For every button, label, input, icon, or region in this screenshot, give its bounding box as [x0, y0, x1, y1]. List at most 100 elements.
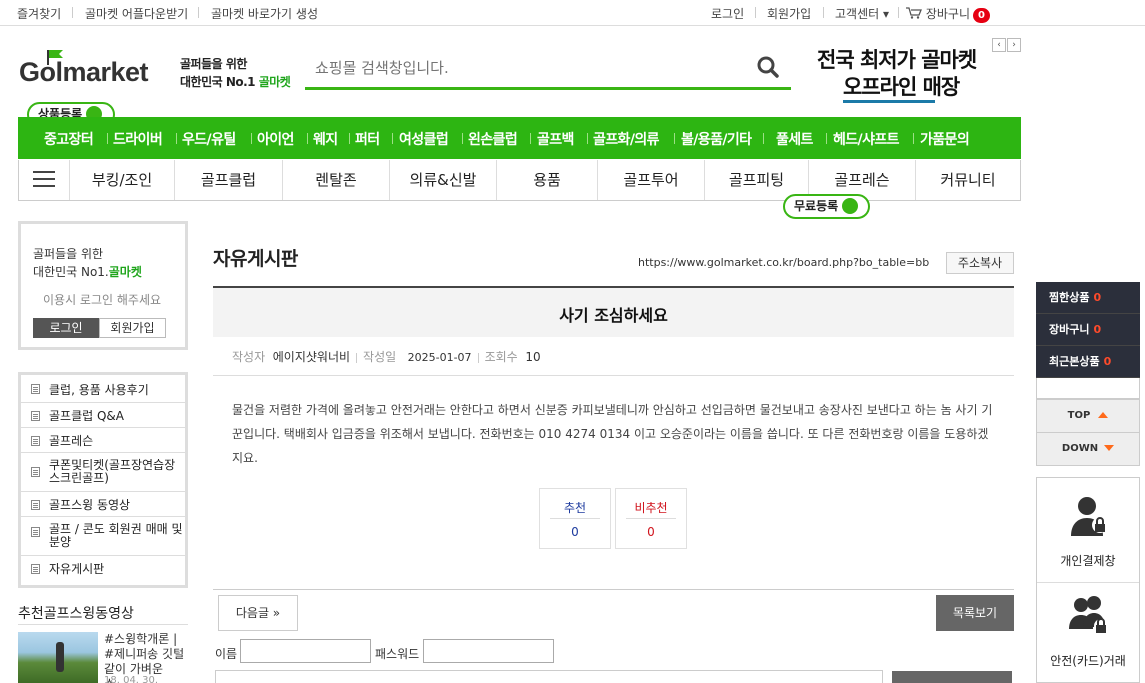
menu-wedge[interactable]: 웨지: [313, 129, 338, 149]
personal-payment-icon[interactable]: [1067, 494, 1111, 538]
menu-fake-inquiry[interactable]: 가품문의: [920, 129, 970, 149]
tagline-prefix: 대한민국 No.1: [180, 75, 259, 89]
shortcut-link[interactable]: 골마켓 바로가기 생성: [211, 5, 318, 22]
category-item-swing-video[interactable]: 골프스윙 동영상: [21, 492, 185, 517]
author-label: 작성자: [232, 350, 266, 364]
divider: [213, 375, 1014, 376]
divider: [626, 518, 676, 519]
quick-cart[interactable]: 장바구니 0: [1036, 314, 1140, 346]
nav-apparel[interactable]: 의류&신발: [389, 160, 496, 200]
quick-wishlist[interactable]: 찜한상품 0: [1036, 282, 1140, 314]
category-item-review[interactable]: 클럽, 용품 사용후기: [21, 375, 185, 403]
promo-banner[interactable]: ‹ › 전국 최저가 골마켓 오프라인 매장: [815, 38, 1021, 106]
recommend-button[interactable]: 추천 0: [539, 488, 611, 549]
video-section-title: 추천골프스윙동영상: [18, 606, 134, 622]
comment-textarea[interactable]: [215, 670, 883, 683]
menu-wood-util[interactable]: 우드/유틸: [182, 129, 236, 149]
app-download-link[interactable]: 골마켓 어플다운받기: [85, 5, 188, 22]
cursor-icon: [842, 197, 859, 214]
menu-used-market[interactable]: 중고장터: [44, 129, 94, 149]
category-item-free-board[interactable]: 자유게시판: [21, 556, 185, 584]
safe-trade-icon[interactable]: [1067, 593, 1111, 637]
separator: [530, 133, 531, 144]
nav-rental[interactable]: 렌탈존: [282, 160, 389, 200]
search-input[interactable]: [315, 56, 735, 80]
menu-shoes-apparel[interactable]: 골프화/의류: [593, 129, 660, 149]
not-recommend-button[interactable]: 비추천 0: [615, 488, 687, 549]
category-label: 골프레슨: [49, 434, 94, 448]
separator: [587, 133, 588, 144]
menu-driver[interactable]: 드라이버: [113, 129, 163, 149]
password-input[interactable]: [423, 639, 554, 663]
separator: [198, 7, 199, 18]
login-notice: 이용시 로그인 해주세요: [43, 293, 162, 307]
arrow-up-icon: [1098, 412, 1109, 418]
nav-booking[interactable]: 부킹/조인: [69, 160, 174, 200]
join-link[interactable]: 회원가입: [767, 5, 811, 22]
login-link[interactable]: 로그인: [711, 5, 744, 22]
customer-center-link[interactable]: 고객센터 ▾: [835, 5, 889, 22]
divider: [550, 518, 600, 519]
search-bar: [305, 48, 791, 90]
sidebar-join-button[interactable]: 회원가입: [99, 318, 166, 338]
comment-submit-button[interactable]: [892, 671, 1012, 683]
category-item-coupon[interactable]: 쿠폰및티켓(골프장연습장스크린골프): [21, 453, 185, 492]
safe-trade-label[interactable]: 안전(카드)거래: [1037, 652, 1139, 669]
board-url: https://www.golmarket.co.kr/board.php?bo…: [638, 256, 930, 269]
menu-left-club[interactable]: 왼손클럽: [468, 129, 518, 149]
nav-golf-club[interactable]: 골프클럽: [174, 160, 282, 200]
separator: [477, 352, 479, 363]
nav-goods[interactable]: 용품: [496, 160, 597, 200]
category-label: 클럽, 용품 사용후기: [49, 383, 149, 397]
category-label: 골프스윙 동영상: [49, 498, 131, 512]
nav-golf-tour[interactable]: 골프투어: [597, 160, 704, 200]
scroll-down-button[interactable]: DOWN: [1036, 432, 1140, 466]
menu-head-shaft[interactable]: 헤드/샤프트: [833, 129, 900, 149]
promo-prev-icon[interactable]: ‹: [992, 38, 1006, 52]
copy-url-button[interactable]: 주소복사: [946, 252, 1014, 274]
separator: [898, 7, 899, 18]
cart-label: 장바구니: [925, 7, 970, 21]
main-nav: 부킹/조인 골프클럽 렌탈존 의류&신발 용품 골프투어 골프피팅 골프레슨 커…: [18, 160, 1021, 201]
document-icon: [31, 500, 40, 510]
logo-text: Golmarket: [19, 57, 149, 87]
cart-link[interactable]: 장바구니 0: [906, 5, 990, 23]
menu-ball-goods[interactable]: 볼/용품/기타: [681, 129, 752, 149]
separator: [462, 133, 463, 144]
list-button[interactable]: 목록보기: [936, 595, 1014, 631]
menu-golf-bag[interactable]: 골프백: [537, 129, 574, 149]
logo-tagline-2: 대한민국 No.1 골마켓: [180, 73, 291, 90]
menu-iron[interactable]: 아이언: [257, 129, 294, 149]
promo-next-icon[interactable]: ›: [1007, 38, 1021, 52]
quick-recent-list: [1036, 378, 1140, 399]
menu-women-club[interactable]: 여성클럽: [399, 129, 449, 149]
personal-payment-label[interactable]: 개인결제창: [1037, 552, 1139, 569]
quick-recent[interactable]: 최근본상품 0: [1036, 346, 1140, 378]
menu-putter[interactable]: 퍼터: [355, 129, 380, 149]
video-thumbnail[interactable]: [18, 632, 98, 683]
sidebar-login-button[interactable]: 로그인: [33, 318, 99, 338]
search-button[interactable]: [755, 55, 781, 81]
separator: [307, 133, 308, 144]
quick-wishlist-count: 0: [1093, 291, 1102, 304]
cart-count-badge: 0: [973, 8, 990, 23]
separator: [826, 133, 827, 144]
category-item-qna[interactable]: 골프클럽 Q&A: [21, 403, 185, 428]
free-register-button[interactable]: 무료등록: [783, 194, 870, 219]
free-register-label: 무료등록: [794, 199, 839, 213]
menu-full-set[interactable]: 풀세트: [776, 129, 813, 149]
hamburger-menu-icon[interactable]: [33, 171, 55, 189]
logo[interactable]: Golmarket: [19, 50, 179, 91]
golfer-figure: [56, 642, 64, 672]
next-post-button[interactable]: 다음글 »: [218, 595, 298, 631]
author-name[interactable]: 에이지샷워너비: [273, 350, 350, 364]
category-item-membership[interactable]: 골프 / 콘도 회원권 매매 및 분양: [21, 517, 185, 556]
category-item-lesson[interactable]: 골프레슨: [21, 428, 185, 453]
quick-wishlist-label: 찜한상품: [1049, 291, 1090, 304]
bookmark-link[interactable]: 즐겨찾기: [17, 5, 61, 22]
name-input[interactable]: [240, 639, 371, 663]
scroll-top-button[interactable]: TOP: [1036, 399, 1140, 433]
document-icon: [31, 411, 40, 421]
nav-community[interactable]: 커뮤니티: [915, 160, 1020, 200]
separator: [176, 133, 177, 144]
